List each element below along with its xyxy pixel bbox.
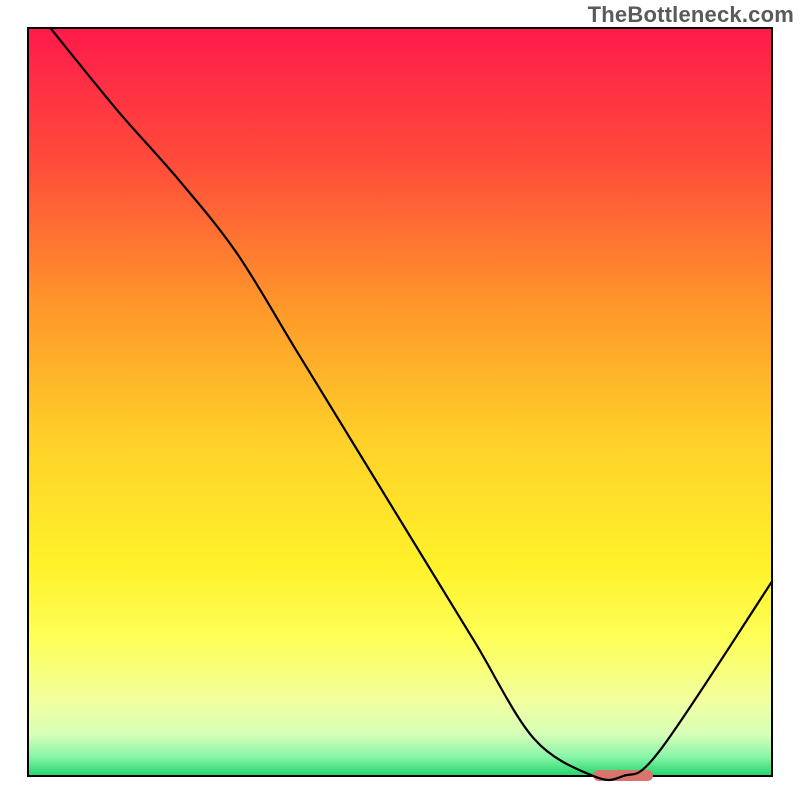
bottleneck-chart [0,0,800,800]
plot-background [28,28,772,776]
watermark-text: TheBottleneck.com [588,2,794,28]
chart-container: TheBottleneck.com [0,0,800,800]
